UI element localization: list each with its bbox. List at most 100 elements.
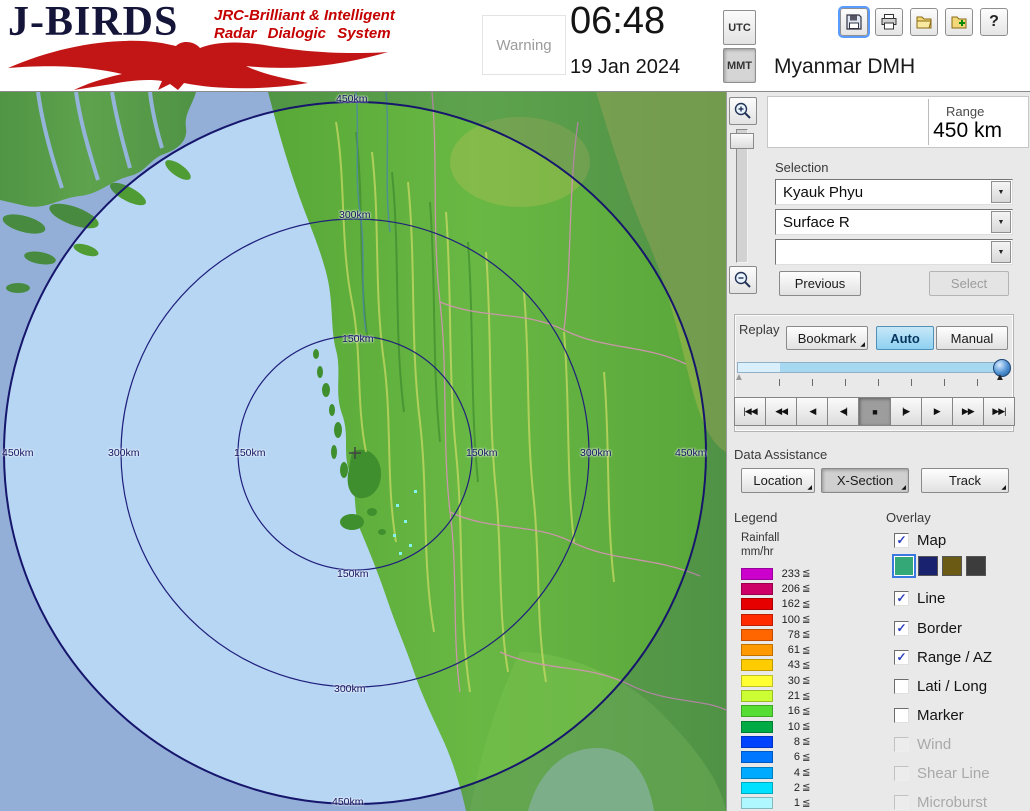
mmt-button[interactable]: MMT (723, 48, 756, 83)
legend-color-swatch (741, 675, 773, 687)
auto-mode-button[interactable]: Auto (876, 326, 934, 350)
save-icon (845, 13, 863, 31)
map-style-swatch[interactable] (966, 556, 986, 576)
overlay-item-lati-long[interactable]: Lati / Long (894, 676, 987, 696)
transport-button-7[interactable]: ▶▶ (952, 397, 984, 426)
range-ring-label: 150km (234, 447, 266, 459)
save-button[interactable] (840, 8, 868, 36)
checkbox-icon (894, 737, 909, 752)
transport-button-6[interactable]: ▶ (921, 397, 953, 426)
overlay-item-range-az[interactable]: ✓Range / AZ (894, 647, 992, 667)
legend-value: 6 (776, 751, 800, 763)
overlay-label: Overlay (886, 510, 931, 525)
map-style-swatch[interactable] (942, 556, 962, 576)
legend-value: 162 (776, 598, 800, 610)
location-button[interactable]: Location ◢ (741, 468, 815, 493)
checkbox-icon[interactable]: ✓ (894, 533, 909, 548)
legend-row: 21≦ (741, 688, 810, 703)
transport-button-5[interactable]: |▶ (890, 397, 922, 426)
legend-color-swatch (741, 767, 773, 779)
checkbox-icon[interactable]: ✓ (894, 621, 909, 636)
product-dropdown[interactable]: Surface R ▼ (775, 209, 1013, 235)
transport-button-8[interactable]: ▶▶| (983, 397, 1015, 426)
legend-operator: ≦ (802, 691, 810, 702)
bookmark-button[interactable]: Bookmark ◢ (786, 326, 868, 350)
overlay-item-line[interactable]: ✓ Line (894, 588, 945, 608)
range-ring-label: 150km (342, 333, 374, 345)
transport-buttons: |◀◀◀◀◀◀|■|▶▶▶▶▶▶| (734, 397, 1014, 426)
transport-button-0[interactable]: |◀◀ (734, 397, 766, 426)
legend-unit-line1: Rainfall (741, 532, 779, 544)
map-style-swatch[interactable] (918, 556, 938, 576)
track-button[interactable]: Track ◢ (921, 468, 1009, 493)
previous-button[interactable]: Previous (779, 271, 861, 296)
warning-label: Warning (496, 37, 551, 54)
zoom-in-button[interactable] (729, 97, 757, 125)
option-dropdown[interactable]: ▼ (775, 239, 1013, 265)
overlay-item-label: Marker (917, 707, 964, 724)
station-title: Myanmar DMH (774, 55, 915, 79)
overlay-item-marker[interactable]: Marker (894, 705, 964, 725)
zoom-slider-track[interactable] (736, 129, 748, 263)
open-file-button[interactable] (910, 8, 938, 36)
legend-color-swatch (741, 782, 773, 794)
range-ring-label: 450km (2, 447, 34, 459)
replay-slider-track[interactable] (737, 362, 1009, 373)
chevron-down-icon[interactable]: ▼ (991, 181, 1011, 203)
print-button[interactable] (875, 8, 903, 36)
legend-operator: ≦ (802, 645, 810, 656)
checkbox-icon[interactable]: ✓ (894, 591, 909, 606)
help-button[interactable]: ? (980, 8, 1008, 36)
checkbox-icon[interactable]: ✓ (894, 650, 909, 665)
clock-date: 19 Jan 2024 (570, 56, 680, 79)
legend-label: Legend (734, 510, 777, 525)
selection-label: Selection (775, 160, 828, 175)
select-button[interactable]: Select (929, 271, 1009, 296)
transport-button-1[interactable]: ◀◀ (765, 397, 797, 426)
legend-row: 4≦ (741, 765, 810, 780)
legend-value: 43 (776, 659, 800, 671)
legend-row: 6≦ (741, 750, 810, 765)
site-dropdown[interactable]: Kyauk Phyu ▼ (775, 179, 1013, 205)
corner-arrow-icon: ◢ (1001, 484, 1006, 491)
chevron-down-icon[interactable]: ▼ (991, 241, 1011, 263)
help-icon: ? (989, 13, 999, 31)
overlay-item-border[interactable]: ✓Border (894, 618, 962, 638)
print-icon (880, 13, 898, 31)
radar-map-canvas[interactable]: 450km 300km 150km 150km 300km 450km 450k… (0, 92, 726, 811)
legend-value: 61 (776, 644, 800, 656)
legend-operator: ≦ (802, 752, 810, 763)
x-section-button[interactable]: X-Section ◢ (821, 468, 909, 493)
legend-operator: ≦ (802, 614, 810, 625)
zoom-out-button[interactable] (729, 266, 757, 294)
zoom-slider-thumb[interactable] (730, 133, 754, 149)
legend-operator: ≦ (802, 629, 810, 640)
checkbox-icon[interactable] (894, 679, 909, 694)
overlay-item-label: Line (917, 590, 945, 607)
legend-color-swatch (741, 736, 773, 748)
overlay-item-microburst: Microburst (894, 792, 987, 811)
data-assistance-label: Data Assistance (734, 447, 827, 462)
legend-color-swatch (741, 797, 773, 809)
export-button[interactable] (945, 8, 973, 36)
overlay-item-label: Map (917, 532, 946, 549)
range-ring-label: 150km (337, 568, 369, 580)
logo-subtitle-line1: JRC-Brilliant & Intelligent (214, 7, 395, 25)
overlay-item-map[interactable]: ✓ Map (894, 530, 946, 550)
map-style-swatch[interactable] (894, 556, 914, 576)
transport-button-4[interactable]: ■ (858, 397, 890, 426)
utc-button[interactable]: UTC (723, 10, 756, 45)
legend-row: 206≦ (741, 581, 810, 596)
corner-arrow-icon: ◢ (860, 341, 865, 348)
transport-button-3[interactable]: ◀| (827, 397, 859, 426)
warning-indicator: Warning (482, 15, 566, 75)
legend-row: 100≦ (741, 612, 810, 627)
transport-button-2[interactable]: ◀ (796, 397, 828, 426)
legend-value: 30 (776, 675, 800, 687)
range-ring-label: 300km (108, 447, 140, 459)
x-section-button-label: X-Section (837, 473, 893, 488)
manual-mode-button[interactable]: Manual (936, 326, 1008, 350)
checkbox-icon[interactable] (894, 708, 909, 723)
chevron-down-icon[interactable]: ▼ (991, 211, 1011, 233)
legend-row: 8≦ (741, 734, 810, 749)
